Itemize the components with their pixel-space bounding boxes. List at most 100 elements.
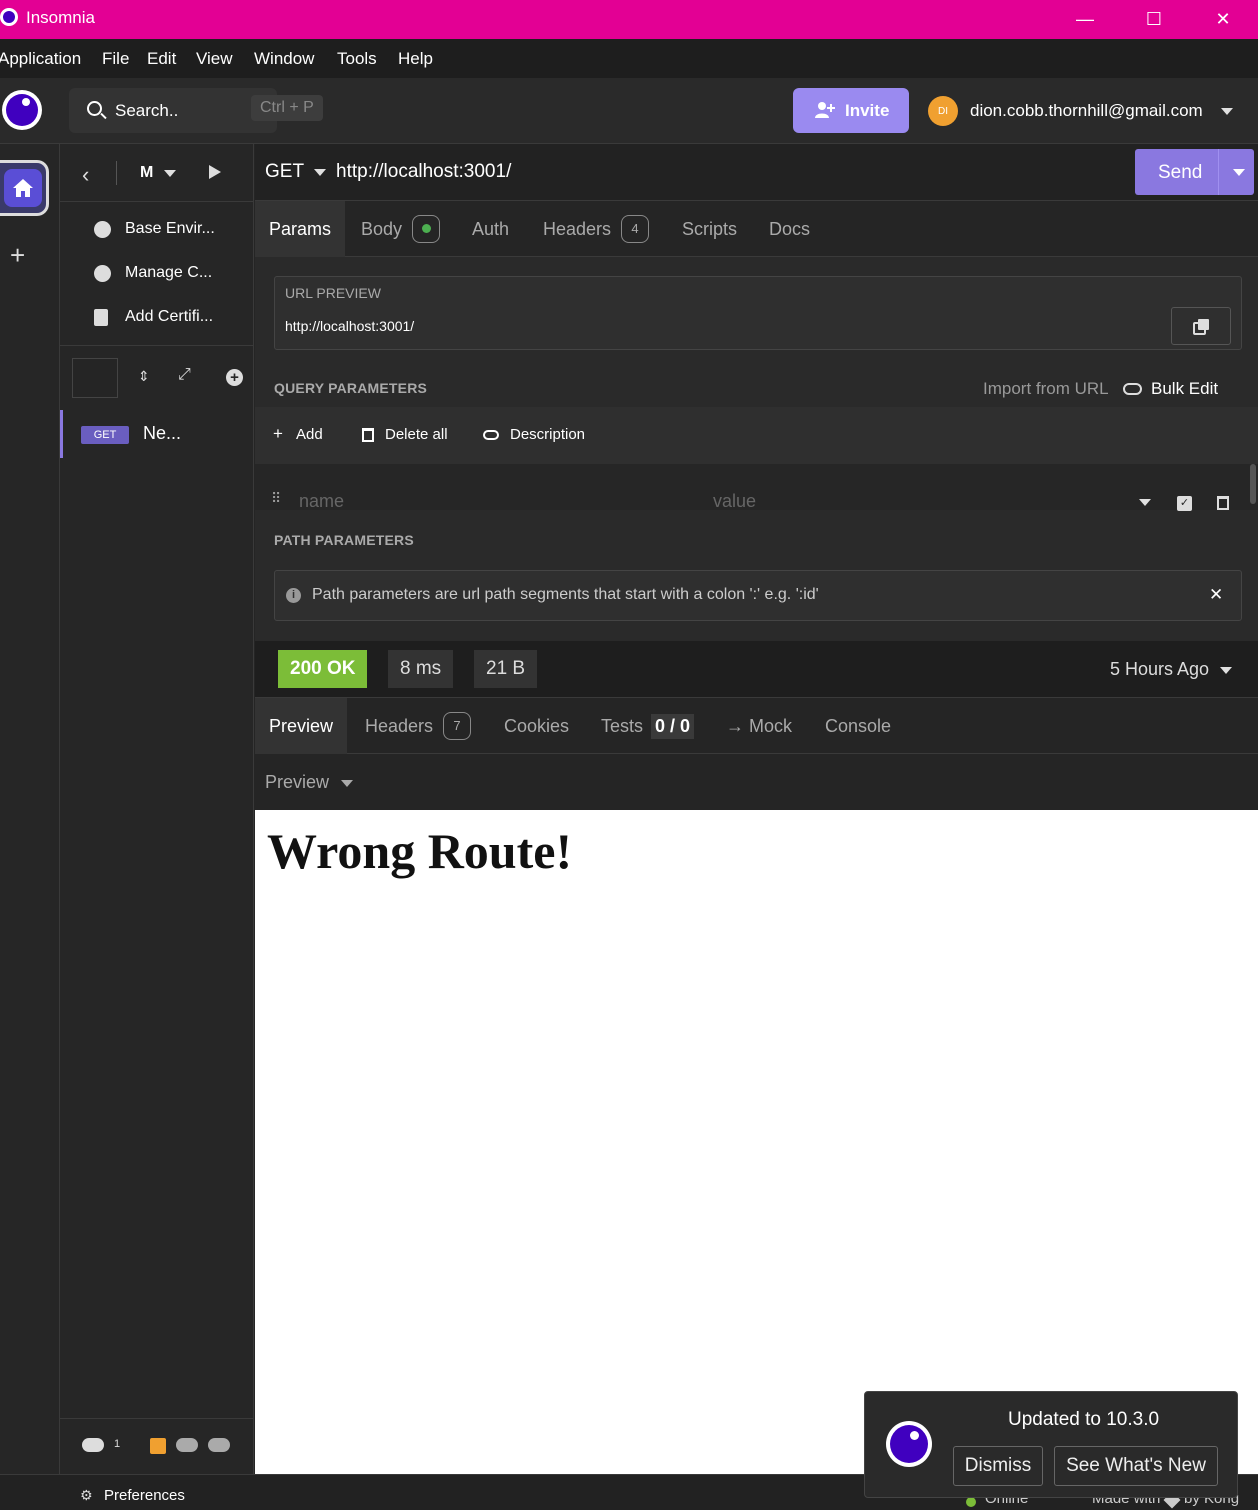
enable-param-checkbox-icon[interactable]: ✓ [1177,496,1192,511]
sidebar-item-manage-cookies[interactable]: Manage C... [60,264,254,284]
online-status-dot [966,1497,976,1507]
tab-label: Headers [543,218,612,239]
invite-label: Invite [845,101,890,120]
url-preview-value: http://localhost:3001/ [285,318,415,334]
body-status-badge [412,215,441,243]
close-info-icon[interactable]: ✕ [1209,585,1223,605]
menu-edit[interactable]: Edit [147,49,176,69]
cloud-icon[interactable] [82,1438,104,1452]
request-item[interactable]: GET Ne... [60,410,254,458]
divider [60,1418,254,1419]
response-history[interactable]: 5 Hours Ago [1110,659,1209,680]
copy-url-button[interactable] [1171,307,1231,345]
project-chevron-down-icon[interactable] [164,170,176,177]
tab-headers[interactable]: Headers 4 [529,201,663,257]
sort-icon[interactable]: ⇕ [138,368,150,385]
response-preview: Wrong Route! [255,810,1258,1474]
preview-mode-chevron-down-icon[interactable] [341,780,353,787]
see-whats-new-button[interactable]: See What's New [1054,1446,1218,1486]
new-workspace-plus-icon[interactable]: + [10,240,25,271]
preview-mode-select[interactable]: Preview [265,772,329,793]
url-preview-box: URL PREVIEW http://localhost:3001/ [274,276,1242,350]
param-type-chevron-down-icon[interactable] [1139,499,1151,506]
tab-response-headers[interactable]: Headers 7 [351,698,485,754]
send-button[interactable]: Send [1135,149,1254,195]
menu-help[interactable]: Help [398,49,433,69]
tab-tests[interactable]: Tests 0 / 0 [587,698,708,754]
tab-scripts[interactable]: Scripts [668,201,751,257]
request-tab-bar: Params Body Auth Headers 4 Scripts Docs [255,201,1258,257]
back-chevron-icon[interactable]: ‹ [82,162,89,188]
sidebar-item-add-certificates[interactable]: Add Certifi... [60,308,254,328]
tab-preview[interactable]: Preview [255,698,348,754]
expand-icon[interactable]: ⤢ [178,366,191,384]
tab-label: Auth [472,218,510,239]
bulk-edit-link[interactable]: Bulk Edit [1151,379,1218,399]
cloud-upload-icon[interactable] [208,1438,230,1452]
description-button[interactable]: Description [510,426,585,443]
project-label[interactable]: M [140,164,153,182]
trash-icon[interactable] [362,428,374,442]
search-input[interactable]: Search.. Ctrl + P [69,88,323,133]
divider [60,345,254,346]
params-panel: URL PREVIEW http://localhost:3001/ QUERY… [255,257,1258,641]
send-options-chevron-down-icon[interactable] [1233,169,1245,176]
tab-mock[interactable]: → Mock [712,698,806,754]
close-window-button[interactable]: ✕ [1188,0,1258,39]
tab-label: Tests [601,715,644,736]
home-button[interactable] [0,160,49,216]
request-name: Ne... [143,423,182,443]
tab-label: Body [361,218,403,239]
account-chevron-down-icon[interactable] [1221,108,1233,115]
toast-message: Updated to 10.3.0 [1008,1409,1160,1430]
menu-application[interactable]: Application [0,49,81,69]
scrollbar[interactable] [1250,464,1256,504]
invite-button[interactable]: Invite [793,88,909,133]
add-plus-icon[interactable]: + [273,424,283,444]
tab-console[interactable]: Console [811,698,905,754]
tab-docs[interactable]: Docs [755,201,824,257]
tab-auth[interactable]: Auth [458,201,523,257]
menu-window[interactable]: Window [254,49,314,69]
maximize-button[interactable]: ☐ [1119,0,1189,39]
add-param-button[interactable]: Add [296,426,323,443]
tab-cookies[interactable]: Cookies [490,698,583,754]
menu-tools[interactable]: Tools [337,49,377,69]
sidebar-item-base-environment[interactable]: Base Envir... [60,220,254,240]
import-from-url-link[interactable]: Import from URL [983,379,1109,399]
avatar[interactable]: DI [928,96,958,126]
tab-body[interactable]: Body [347,201,454,257]
description-toggle-icon[interactable] [483,430,499,440]
search-label: Search.. [115,101,179,120]
param-name-input[interactable]: name [299,491,344,512]
add-request-icon[interactable]: + [226,369,243,386]
run-play-icon[interactable] [208,164,222,180]
tab-label: → Mock [726,715,793,736]
response-time: 8 ms [388,650,454,688]
insomnia-logo-icon[interactable] [2,90,42,130]
dismiss-button[interactable]: Dismiss [953,1446,1043,1486]
preferences-link[interactable]: Preferences [104,1487,185,1504]
left-rail: + [0,144,60,1505]
minimize-button[interactable]: — [1050,0,1120,39]
url-input[interactable]: http://localhost:3001/ [336,161,511,183]
package-icon[interactable] [150,1438,166,1454]
response-body-heading: Wrong Route! [267,823,573,879]
bulk-edit-toggle-icon[interactable] [1123,383,1142,395]
param-value-input[interactable]: value [713,491,756,512]
method-select[interactable]: GET [265,161,304,183]
method-chevron-down-icon[interactable] [314,169,326,176]
history-chevron-down-icon[interactable] [1220,667,1232,674]
headers-count-badge: 4 [621,215,650,243]
delete-param-trash-icon[interactable] [1217,496,1229,510]
drag-handle-icon[interactable]: ⠿ [271,490,281,507]
menu-file[interactable]: File [102,49,129,69]
user-email[interactable]: dion.cobb.thornhill@gmail.com [970,101,1203,121]
menu-view[interactable]: View [196,49,233,69]
tab-label: Console [825,715,892,736]
query-parameters-title: QUERY PARAMETERS [274,380,428,396]
tab-params[interactable]: Params [255,201,346,257]
delete-all-button[interactable]: Delete all [385,426,448,443]
cloud-download-icon[interactable] [176,1438,198,1452]
filter-input[interactable] [72,358,118,398]
